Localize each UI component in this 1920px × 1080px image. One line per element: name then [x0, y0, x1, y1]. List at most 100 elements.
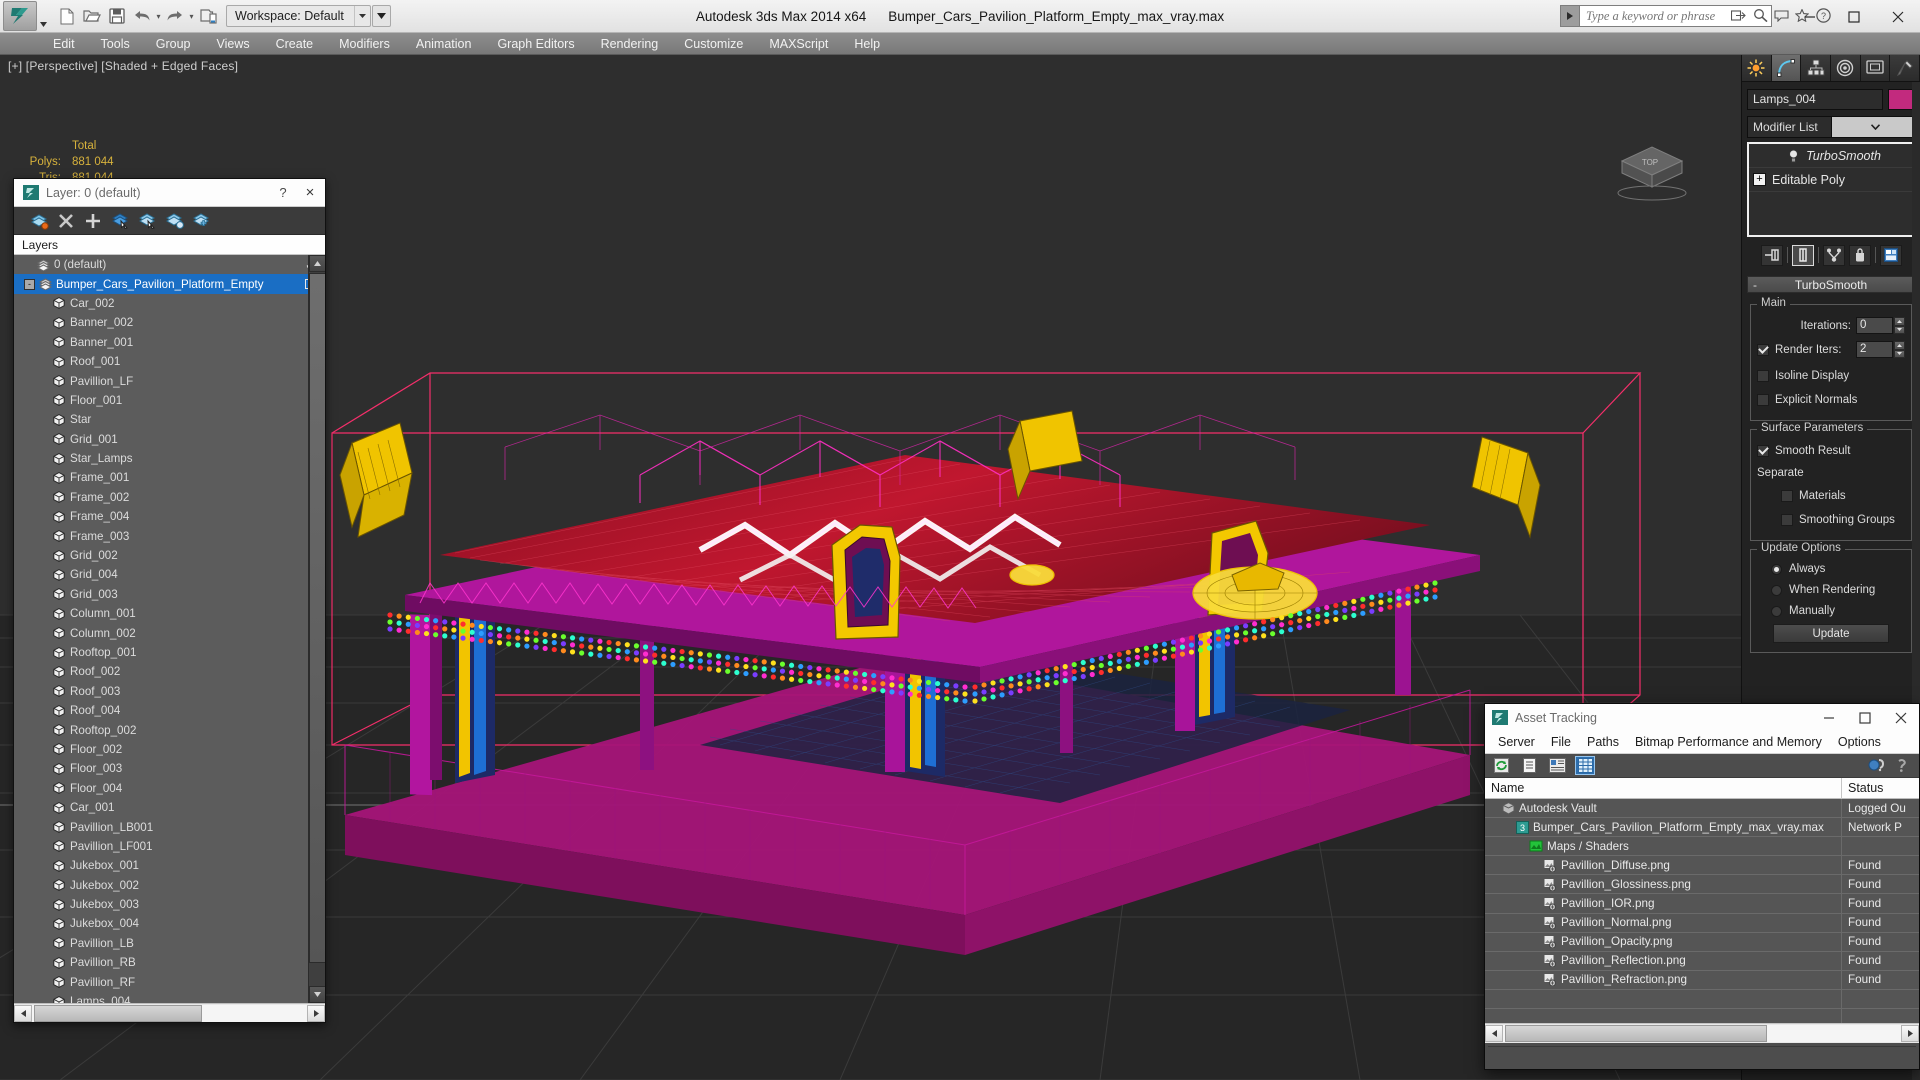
new-file-icon[interactable] — [55, 4, 79, 28]
menu-item-graph-editors[interactable]: Graph Editors — [484, 35, 587, 53]
layer-scroll-thumb[interactable] — [309, 273, 325, 963]
when-rendering-radio[interactable] — [1771, 584, 1782, 596]
menu-item-edit[interactable]: Edit — [40, 35, 88, 53]
asset-table-row[interactable]: 3 Bumper_Cars_Pavilion_Platform_Empty_max… — [1485, 818, 1919, 838]
menu-item-rendering[interactable]: Rendering — [588, 35, 672, 53]
rollout-collapse-icon[interactable]: - — [1753, 278, 1757, 292]
layer-row[interactable]: Jukebox_001 — [14, 856, 325, 875]
layer-expander-icon[interactable]: - — [24, 278, 35, 290]
layer-row[interactable]: Floor_002 — [14, 740, 325, 759]
workspace-dropdown-icon[interactable] — [353, 6, 370, 26]
redo-dropdown-icon[interactable]: ▾ — [188, 4, 195, 28]
asset-name-cell[interactable]: 3 Bumper_Cars_Pavilion_Platform_Empty_max… — [1485, 818, 1842, 837]
layer-dialog-help-button[interactable]: ? — [271, 185, 295, 200]
object-color-swatch[interactable] — [1888, 89, 1915, 110]
layer-row[interactable]: Star_Lamps — [14, 449, 325, 468]
display-tab-icon[interactable] — [1860, 55, 1891, 81]
layer-row[interactable]: Lamps_004 — [14, 992, 325, 1003]
smoothing-groups-checkbox[interactable] — [1781, 513, 1793, 526]
make-unique-icon[interactable] — [1822, 244, 1845, 266]
redo-icon[interactable] — [163, 4, 187, 28]
asset-table-row[interactable]: Pavillion_Glossiness.png Found — [1485, 875, 1919, 895]
asset-name-cell[interactable]: Pavillion_Reflection.png — [1485, 951, 1842, 970]
grid-view-icon[interactable] — [1575, 756, 1595, 775]
layer-row[interactable]: 0 (default)✓ — [14, 255, 325, 274]
layer-row[interactable]: Rooftop_001 — [14, 643, 325, 662]
hscroll-thumb[interactable] — [34, 1004, 202, 1022]
render-iters-spinner[interactable]: 2 — [1856, 341, 1905, 358]
sign-in-icon[interactable] — [1730, 5, 1748, 25]
asset-table-row[interactable]: Pavillion_IOR.png Found — [1485, 894, 1919, 914]
exchange-icon[interactable] — [1751, 5, 1769, 25]
asset-name-cell[interactable]: Pavillion_Opacity.png — [1485, 932, 1842, 951]
menu-item-maxscript[interactable]: MAXScript — [756, 35, 841, 53]
layer-row[interactable]: Grid_003 — [14, 585, 325, 604]
open-file-icon[interactable] — [80, 4, 104, 28]
asset-tracking-dialog[interactable]: Asset Tracking Server File Paths Bitmap Per… — [1484, 703, 1920, 1070]
detail-view-icon[interactable] — [1547, 756, 1567, 775]
search-dropdown-icon[interactable] — [1560, 5, 1579, 27]
asset-tracking-grid[interactable]: Name Status Autodesk Vault Logged Ou 3 Bump… — [1485, 778, 1919, 1023]
layer-row[interactable]: Roof_003 — [14, 682, 325, 701]
asset-name-cell[interactable]: Pavillion_Refraction.png — [1485, 970, 1842, 989]
layer-row[interactable]: Roof_001 — [14, 352, 325, 371]
menu-item-create[interactable]: Create — [263, 35, 327, 53]
layer-explorer-dialog[interactable]: Layer: 0 (default) ? × Layers 0 (default… — [13, 178, 326, 1023]
manually-row[interactable]: Manually — [1757, 602, 1905, 620]
smooth-result-checkbox[interactable] — [1757, 444, 1769, 457]
iterations-spinner[interactable]: 0 — [1856, 317, 1905, 334]
layer-row[interactable]: Frame_004 — [14, 507, 325, 526]
light-bulb-icon[interactable] — [1785, 148, 1801, 164]
turbosmooth-rollout-header[interactable]: - TurboSmooth — [1747, 276, 1915, 293]
smooth-result-row[interactable]: Smooth Result — [1757, 440, 1905, 461]
spinner-up-icon-2[interactable] — [1894, 341, 1905, 350]
modifier-list-chevron-down-icon[interactable] — [1830, 117, 1914, 137]
layer-list-vertical-scrollbar[interactable] — [308, 255, 325, 1003]
hscroll-right-arrow-icon[interactable] — [307, 1004, 325, 1022]
add-selection-to-layer-icon[interactable] — [82, 210, 104, 232]
help-new-icon[interactable] — [1866, 756, 1886, 775]
asset-name-cell[interactable]: Maps / Shaders — [1485, 837, 1842, 856]
layer-row[interactable]: Pavillion_LF — [14, 371, 325, 390]
spinner-down-icon-2[interactable] — [1894, 349, 1905, 358]
asset-table-row[interactable]: Pavillion_Opacity.png Found — [1485, 932, 1919, 952]
menu-item-tools[interactable]: Tools — [88, 35, 143, 53]
layer-row[interactable]: Jukebox_003 — [14, 895, 325, 914]
layer-row[interactable]: Banner_001 — [14, 333, 325, 352]
select-highlighted-objects-icon[interactable] — [136, 210, 158, 232]
asset-menu-file[interactable]: File — [1543, 733, 1579, 751]
hscroll-track[interactable] — [32, 1004, 307, 1022]
scroll-up-arrow-icon[interactable] — [309, 255, 325, 272]
viewport-label[interactable]: [+] [Perspective] [Shaded + Edged Faces] — [8, 59, 238, 73]
modifier-stack-item-turbosmooth[interactable]: TurboSmooth — [1749, 144, 1913, 168]
layer-row[interactable]: Roof_004 — [14, 701, 325, 720]
configure-modifier-sets-icon[interactable] — [1879, 244, 1902, 266]
render-iters-value[interactable]: 2 — [1856, 341, 1893, 358]
motion-tab-icon[interactable] — [1831, 55, 1861, 81]
asset-table-row[interactable]: Autodesk Vault Logged Ou — [1485, 799, 1919, 819]
explicit-normals-checkbox[interactable] — [1757, 393, 1769, 406]
asset-tracking-minimize-button[interactable] — [1811, 704, 1847, 731]
smoothing-groups-row[interactable]: Smoothing Groups — [1757, 509, 1905, 530]
workspace-selector[interactable]: Workspace: Default — [226, 5, 371, 27]
highlight-selected-objects-icon[interactable] — [163, 210, 185, 232]
asset-hscroll-thumb[interactable] — [1505, 1025, 1767, 1042]
layer-row[interactable]: Banner_002 — [14, 313, 325, 332]
asset-tracking-close-button[interactable] — [1883, 704, 1919, 731]
layer-row[interactable]: Jukebox_002 — [14, 876, 325, 895]
render-iters-spinner-arrows[interactable] — [1894, 341, 1905, 358]
asset-menu-options[interactable]: Options — [1830, 733, 1889, 751]
layer-row[interactable]: Grid_002 — [14, 546, 325, 565]
help-icon-2[interactable] — [1892, 756, 1912, 775]
project-folder-icon[interactable] — [196, 4, 220, 28]
asset-hscroll-right-arrow-icon[interactable] — [1901, 1025, 1919, 1042]
list-view-icon[interactable] — [1519, 756, 1539, 775]
asset-name-cell[interactable]: Pavillion_Normal.png — [1485, 913, 1842, 932]
asset-hscroll-track[interactable] — [1503, 1025, 1901, 1042]
asset-tracking-maximize-button[interactable] — [1847, 704, 1883, 731]
iterations-value[interactable]: 0 — [1856, 317, 1893, 334]
layer-row[interactable]: Pavillion_LF001 — [14, 837, 325, 856]
select-layer-objects-icon[interactable] — [109, 210, 131, 232]
asset-menu-server[interactable]: Server — [1490, 733, 1543, 751]
menu-item-views[interactable]: Views — [203, 35, 262, 53]
